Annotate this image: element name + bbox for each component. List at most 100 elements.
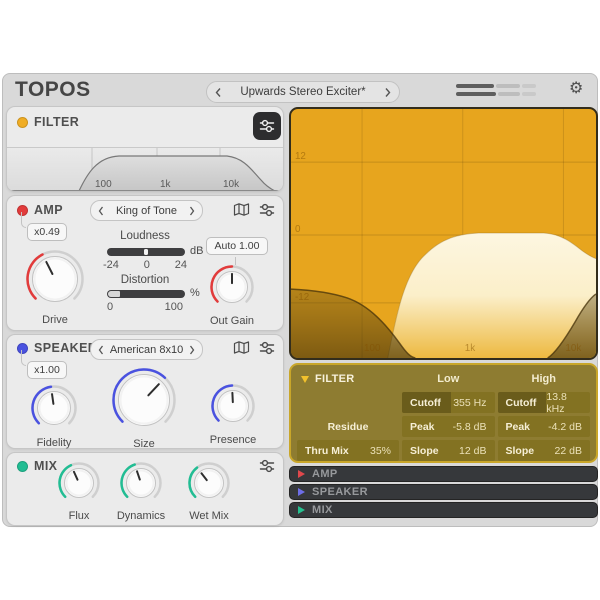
collapsed-mix-bar[interactable]: MIX — [289, 502, 598, 518]
loudness-unit: dB — [190, 245, 203, 257]
filter-section-label: FILTER — [34, 115, 79, 129]
size-knob[interactable]: Size — [112, 368, 176, 437]
dynamics-knob-label: Dynamics — [117, 510, 165, 522]
amp-browse-map-icon[interactable] — [233, 202, 250, 217]
filter-expand-button[interactable] — [253, 112, 281, 140]
svg-text:0: 0 — [295, 224, 301, 235]
dynamics-knob-dial[interactable] — [120, 462, 162, 504]
prev-amp-icon[interactable] — [98, 206, 104, 216]
cutoff-low-cell[interactable]: Cutoff 355 Hz — [402, 392, 495, 413]
next-speaker-icon[interactable] — [189, 345, 195, 355]
amp-section-label: AMP — [34, 203, 63, 217]
thru-mix-cell[interactable]: Thru Mix 35% — [297, 440, 399, 461]
filter-curve-display[interactable]: 100 1k 10k — [7, 147, 283, 191]
sliders-icon — [259, 119, 275, 133]
speaker-browse-map-icon[interactable] — [233, 340, 250, 355]
distortion-title: Distortion — [103, 274, 187, 286]
distortion-unit: % — [190, 287, 200, 299]
svg-text:1k: 1k — [160, 179, 172, 190]
cutoff-high-cell[interactable]: Cutoff 13.8 kHz — [498, 392, 591, 413]
presence-knob-dial[interactable] — [211, 384, 255, 428]
out-gain-knob[interactable]: Out Gain — [210, 265, 254, 314]
fidelity-knob-label: Fidelity — [37, 437, 72, 449]
mix-status-dot[interactable] — [17, 461, 28, 472]
meter-row-left — [456, 84, 536, 88]
speaker-model-name[interactable]: American 8x10 — [110, 344, 183, 356]
expand-triangle-icon — [298, 470, 305, 478]
fidelity-knob[interactable]: Fidelity — [31, 385, 77, 436]
filter-panel-header[interactable]: FILTER — [297, 369, 399, 389]
peak-high-cell[interactable]: Peak -4.2 dB — [498, 416, 591, 437]
settings-gear-icon[interactable]: ⚙ — [569, 78, 583, 97]
prev-preset-icon[interactable] — [215, 87, 222, 98]
plugin-screenshot: TOPOS Upwards Stereo Exciter* ⚙ FILTER — [0, 0, 600, 600]
distortion-slider[interactable] — [107, 290, 185, 298]
amp-model-selector[interactable]: King of Tone — [90, 200, 203, 221]
svg-text:10k: 10k — [565, 343, 581, 354]
prev-speaker-icon[interactable] — [98, 345, 104, 355]
column-header-high: High — [498, 369, 591, 389]
wet-mix-knob[interactable]: Wet Mix — [188, 462, 230, 509]
out_gain-knob-dial[interactable] — [210, 265, 254, 309]
preset-selector[interactable]: Upwards Stereo Exciter* — [206, 81, 400, 103]
wet_mix-knob-dial[interactable] — [188, 462, 230, 504]
response-analyzer[interactable]: 12 0 -12 100 1k 10k — [289, 107, 598, 360]
size-knob-dial[interactable] — [112, 368, 176, 432]
auto-gain-connector — [235, 257, 236, 265]
dynamics-knob[interactable]: Dynamics — [120, 462, 162, 509]
collapsed-amp-bar[interactable]: AMP — [289, 466, 598, 482]
distortion-scale: 0100 — [107, 301, 183, 313]
speaker-model-selector[interactable]: American 8x10 — [90, 339, 203, 360]
mix-section: MIX Flux Dynamics Wet Mix — [6, 452, 284, 526]
auto-gain-value[interactable]: Auto 1.00 — [206, 237, 268, 255]
filter-parameter-panel: FILTER Low High Cutoff 355 Hz Cutoff 13.… — [289, 363, 598, 463]
collapsed-mix-label: MIX — [312, 504, 333, 516]
slope-high-cell[interactable]: Slope 22 dB — [498, 440, 591, 461]
app-title: TOPOS — [15, 78, 91, 102]
drive-knob[interactable]: Drive — [26, 250, 84, 313]
expand-triangle-icon — [298, 488, 305, 496]
svg-text:12: 12 — [295, 151, 306, 162]
distortion-slider-fill[interactable] — [108, 291, 120, 297]
svg-text:100: 100 — [364, 343, 381, 354]
loudness-scale: -24024 — [103, 259, 187, 271]
flux-knob-dial[interactable] — [58, 462, 100, 504]
speaker-settings-icon[interactable] — [259, 341, 275, 355]
drive-knob-label: Drive — [42, 314, 68, 326]
loudness-slider-handle[interactable] — [144, 249, 148, 255]
amp-multiplier-value[interactable]: x0.49 — [27, 223, 67, 241]
collapsed-speaker-bar[interactable]: SPEAKER — [289, 484, 598, 500]
speaker-dot-connector — [21, 350, 26, 366]
preset-name[interactable]: Upwards Stereo Exciter* — [240, 86, 365, 98]
filter-panel-title: FILTER — [315, 373, 354, 385]
speaker-section-label: SPEAKER — [34, 341, 97, 355]
slope-low-cell[interactable]: Slope 12 dB — [402, 440, 495, 461]
fidelity-knob-dial[interactable] — [31, 385, 77, 431]
level-meter — [456, 84, 536, 96]
amp-model-name[interactable]: King of Tone — [116, 205, 177, 217]
collapse-triangle-icon — [301, 376, 309, 383]
next-preset-icon[interactable] — [384, 87, 391, 98]
filter-status-dot[interactable] — [17, 117, 28, 128]
residue-cell[interactable]: Residue — [297, 416, 399, 437]
amp-dot-connector — [21, 212, 26, 228]
svg-text:100: 100 — [95, 179, 112, 190]
expand-triangle-icon — [298, 506, 305, 514]
collapsed-amp-label: AMP — [312, 468, 338, 480]
loudness-slider[interactable] — [107, 248, 185, 256]
wet-mix-knob-label: Wet Mix — [189, 510, 229, 522]
drive-knob-dial[interactable] — [26, 250, 84, 308]
size-knob-label: Size — [133, 438, 154, 450]
peak-low-cell[interactable]: Peak -5.8 dB — [402, 416, 495, 437]
presence-knob[interactable]: Presence — [211, 384, 255, 433]
mix-section-label: MIX — [34, 459, 57, 473]
speaker-multiplier-value[interactable]: x1.00 — [27, 361, 67, 379]
collapsed-speaker-label: SPEAKER — [312, 486, 368, 498]
flux-knob[interactable]: Flux — [58, 462, 100, 509]
loudness-title: Loudness — [103, 230, 187, 242]
out-gain-knob-label: Out Gain — [210, 315, 254, 327]
column-header-low: Low — [402, 369, 495, 389]
next-amp-icon[interactable] — [189, 206, 195, 216]
amp-settings-icon[interactable] — [259, 203, 275, 217]
mix-settings-icon[interactable] — [259, 459, 275, 473]
